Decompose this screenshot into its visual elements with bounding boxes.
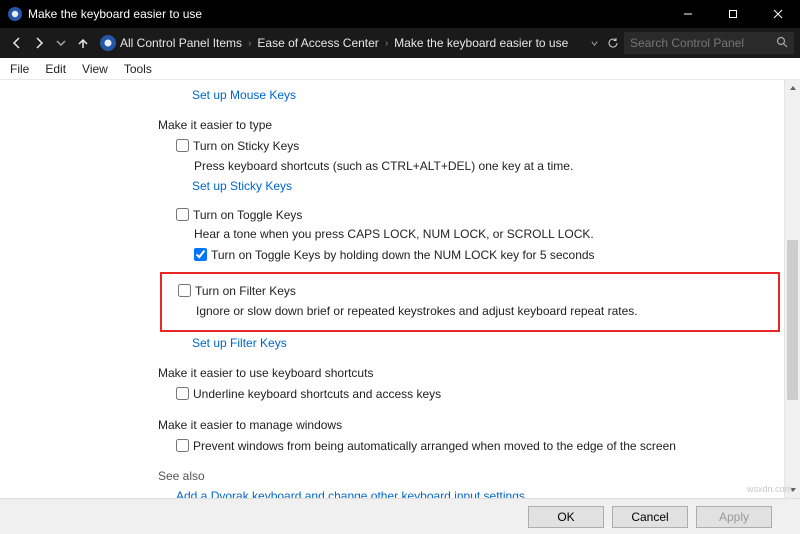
section-see-also: See also	[158, 469, 780, 483]
section-type-easier: Make it easier to type	[158, 118, 780, 132]
desc-sticky-keys: Press keyboard shortcuts (such as CTRL+A…	[194, 158, 780, 175]
breadcrumb-item-all[interactable]: All Control Panel Items	[120, 36, 242, 50]
navbar: All Control Panel Items › Ease of Access…	[0, 28, 800, 58]
label-toggle-keys: Turn on Toggle Keys	[193, 207, 302, 224]
breadcrumb: All Control Panel Items › Ease of Access…	[120, 36, 586, 50]
search-box[interactable]	[624, 32, 794, 54]
content-area: Set up Mouse Keys Make it easier to type…	[0, 80, 800, 498]
menu-file[interactable]: File	[4, 60, 35, 78]
back-button[interactable]	[6, 32, 28, 54]
menubar: File Edit View Tools	[0, 58, 800, 80]
chevron-right-icon: ›	[248, 38, 251, 49]
search-input[interactable]	[630, 36, 770, 50]
watermark: wsxdn.com	[747, 484, 792, 494]
scroll-thumb[interactable]	[787, 240, 798, 400]
cancel-button[interactable]: Cancel	[612, 506, 688, 528]
label-filter-keys: Turn on Filter Keys	[195, 283, 296, 300]
forward-button[interactable]	[28, 32, 50, 54]
link-dvorak[interactable]: Add a Dvorak keyboard and change other k…	[176, 489, 780, 498]
dialog-button-bar: OK Cancel Apply	[0, 498, 800, 534]
address-dropdown[interactable]	[586, 39, 602, 48]
section-shortcuts: Make it easier to use keyboard shortcuts	[158, 366, 780, 380]
checkbox-toggle-keys[interactable]	[176, 208, 189, 221]
maximize-button[interactable]	[710, 0, 755, 28]
titlebar: Make the keyboard easier to use	[0, 0, 800, 28]
label-underline-shortcuts: Underline keyboard shortcuts and access …	[193, 386, 441, 403]
checkbox-underline-shortcuts[interactable]	[176, 387, 189, 400]
label-prevent-arrange: Prevent windows from being automatically…	[193, 438, 676, 455]
label-sticky-keys: Turn on Sticky Keys	[193, 138, 299, 155]
scroll-up-icon[interactable]	[785, 80, 800, 96]
desc-toggle-keys: Hear a tone when you press CAPS LOCK, NU…	[194, 226, 780, 243]
close-button[interactable]	[755, 0, 800, 28]
checkbox-prevent-arrange[interactable]	[176, 439, 189, 452]
breadcrumb-item-keyboard[interactable]: Make the keyboard easier to use	[394, 36, 568, 50]
vertical-scrollbar[interactable]	[784, 80, 800, 498]
window-title: Make the keyboard easier to use	[28, 7, 665, 21]
link-mouse-keys[interactable]: Set up Mouse Keys	[192, 88, 780, 102]
menu-tools[interactable]: Tools	[118, 60, 158, 78]
link-filter-keys[interactable]: Set up Filter Keys	[192, 336, 780, 350]
recent-dropdown[interactable]	[50, 32, 72, 54]
menu-view[interactable]: View	[76, 60, 114, 78]
chevron-right-icon: ›	[385, 38, 388, 49]
highlight-filter-keys: Turn on Filter Keys Ignore or slow down …	[160, 272, 780, 332]
ok-button[interactable]: OK	[528, 506, 604, 528]
refresh-button[interactable]	[602, 37, 624, 49]
link-sticky-keys[interactable]: Set up Sticky Keys	[192, 179, 780, 193]
section-manage-windows: Make it easier to manage windows	[158, 418, 780, 432]
menu-edit[interactable]: Edit	[39, 60, 72, 78]
minimize-button[interactable]	[665, 0, 710, 28]
checkbox-sticky-keys[interactable]	[176, 139, 189, 152]
search-icon	[776, 36, 788, 51]
checkbox-filter-keys[interactable]	[178, 284, 191, 297]
desc-filter-keys: Ignore or slow down brief or repeated ke…	[196, 303, 768, 320]
location-icon	[100, 35, 116, 51]
up-button[interactable]	[72, 32, 94, 54]
label-toggle-numlock: Turn on Toggle Keys by holding down the …	[211, 247, 595, 264]
window-controls	[665, 0, 800, 28]
checkbox-toggle-numlock[interactable]	[194, 248, 207, 261]
control-panel-icon	[8, 7, 22, 21]
apply-button[interactable]: Apply	[696, 506, 772, 528]
breadcrumb-item-ease[interactable]: Ease of Access Center	[257, 36, 378, 50]
